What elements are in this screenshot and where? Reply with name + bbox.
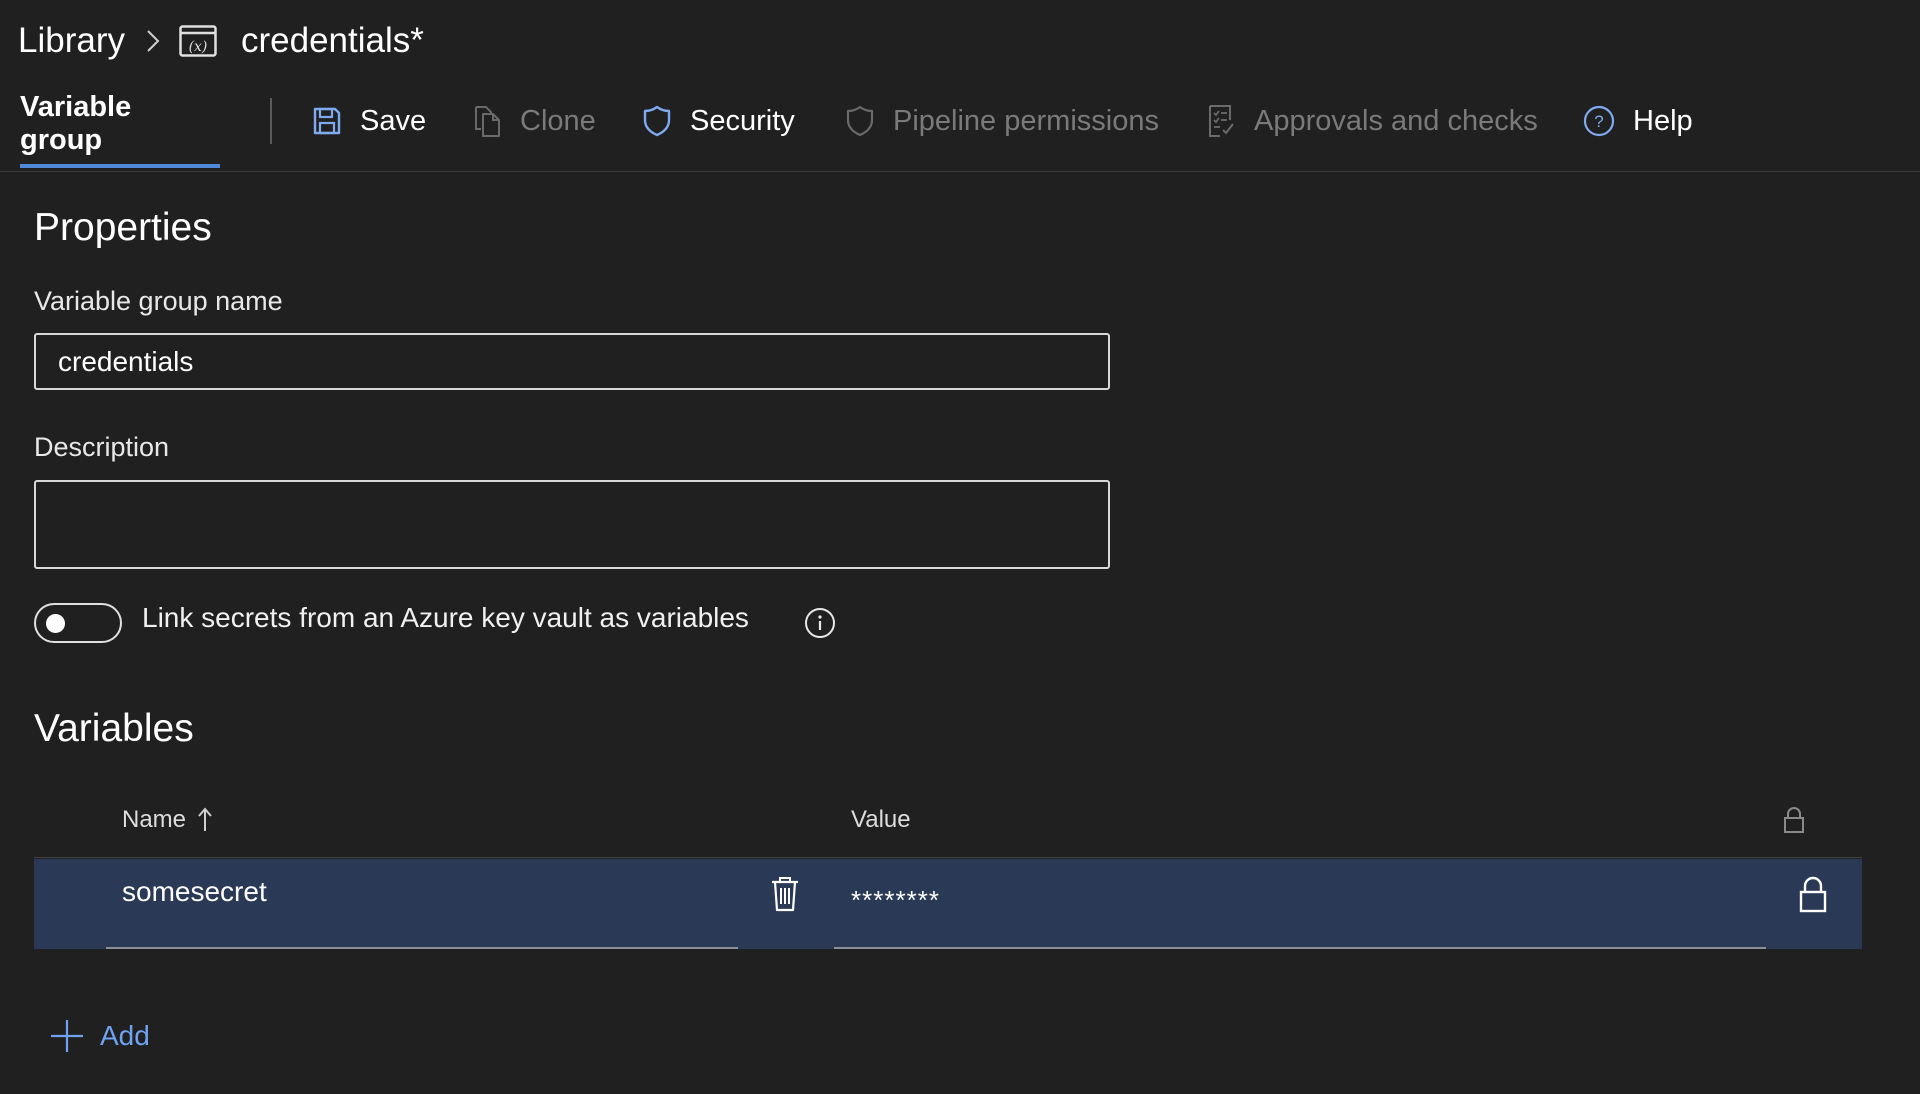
properties-heading: Properties: [34, 206, 212, 249]
info-icon[interactable]: [804, 607, 836, 639]
security-label: Security: [690, 104, 795, 137]
approvals-and-checks-button[interactable]: Approvals and checks: [1208, 98, 1538, 144]
save-label: Save: [360, 104, 427, 137]
breadcrumb-library-link[interactable]: Library: [18, 21, 125, 61]
svg-text:(x): (x): [189, 39, 208, 55]
table-row[interactable]: somesecret ********: [34, 859, 1862, 949]
clone-button[interactable]: Clone: [472, 98, 596, 144]
security-button[interactable]: Security: [642, 98, 795, 144]
toolbar: Variable group Save Clone Security Pipel…: [0, 84, 1920, 172]
clone-icon: [472, 105, 502, 137]
lock-icon[interactable]: [1798, 876, 1828, 914]
pipeline-permissions-label: Pipeline permissions: [893, 104, 1159, 137]
keyvault-toggle-label: Link secrets from an Azure key vault as …: [142, 602, 749, 633]
variable-group-name-label: Variable group name: [34, 286, 283, 316]
svg-text:?: ?: [1594, 112, 1603, 131]
column-header-name[interactable]: Name: [122, 806, 212, 834]
breadcrumb: Library (x) credentials*: [18, 14, 424, 68]
breadcrumb-current: credentials*: [240, 21, 424, 60]
approvals-and-checks-label: Approvals and checks: [1254, 104, 1538, 137]
help-icon: ?: [1583, 105, 1615, 137]
toolbar-divider: [270, 98, 272, 144]
add-variable-button[interactable]: Add: [50, 1016, 150, 1056]
variable-name-cell[interactable]: somesecret: [106, 859, 738, 949]
clone-label: Clone: [520, 104, 596, 137]
add-label: Add: [100, 1020, 150, 1051]
variables-table-header: Name Value: [34, 790, 1862, 858]
shield-outline-icon: [845, 105, 875, 137]
pipeline-permissions-button[interactable]: Pipeline permissions: [845, 98, 1159, 144]
column-header-value: Value: [851, 806, 911, 833]
keyvault-toggle[interactable]: [34, 603, 122, 643]
shield-icon: [642, 105, 672, 137]
description-label: Description: [34, 432, 170, 462]
description-textarea[interactable]: [34, 480, 1110, 569]
toggle-knob: [46, 614, 65, 633]
chevron-right-icon: [145, 29, 161, 53]
save-button[interactable]: Save: [312, 98, 426, 144]
plus-icon: [50, 1019, 84, 1053]
variable-value-cell[interactable]: ********: [834, 859, 1766, 949]
variable-group-icon: (x): [179, 25, 217, 57]
tab-variable-group[interactable]: Variable group: [20, 84, 220, 168]
checklist-icon: [1208, 104, 1236, 138]
help-label: Help: [1633, 104, 1693, 137]
sort-ascending-icon: [198, 807, 212, 833]
lock-column-icon: [1783, 806, 1805, 834]
variable-group-name-input[interactable]: [34, 333, 1110, 390]
trash-icon[interactable]: [770, 876, 800, 912]
column-header-name-label: Name: [122, 806, 187, 833]
save-icon: [312, 106, 342, 136]
variables-heading: Variables: [34, 707, 194, 750]
help-button[interactable]: ? Help: [1583, 98, 1693, 144]
